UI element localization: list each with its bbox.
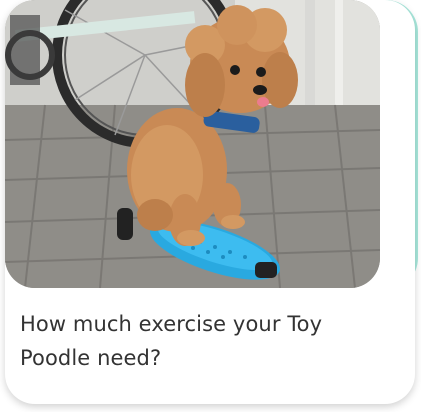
article-card[interactable]: How much exercise your Toy Poodle need? [5,0,415,404]
article-card-container: How much exercise your Toy Poodle need? [0,0,421,412]
article-image[interactable] [5,0,380,288]
toy-poodle-skateboard-illustration [5,0,380,288]
article-title[interactable]: How much exercise your Toy Poodle need? [20,307,390,375]
